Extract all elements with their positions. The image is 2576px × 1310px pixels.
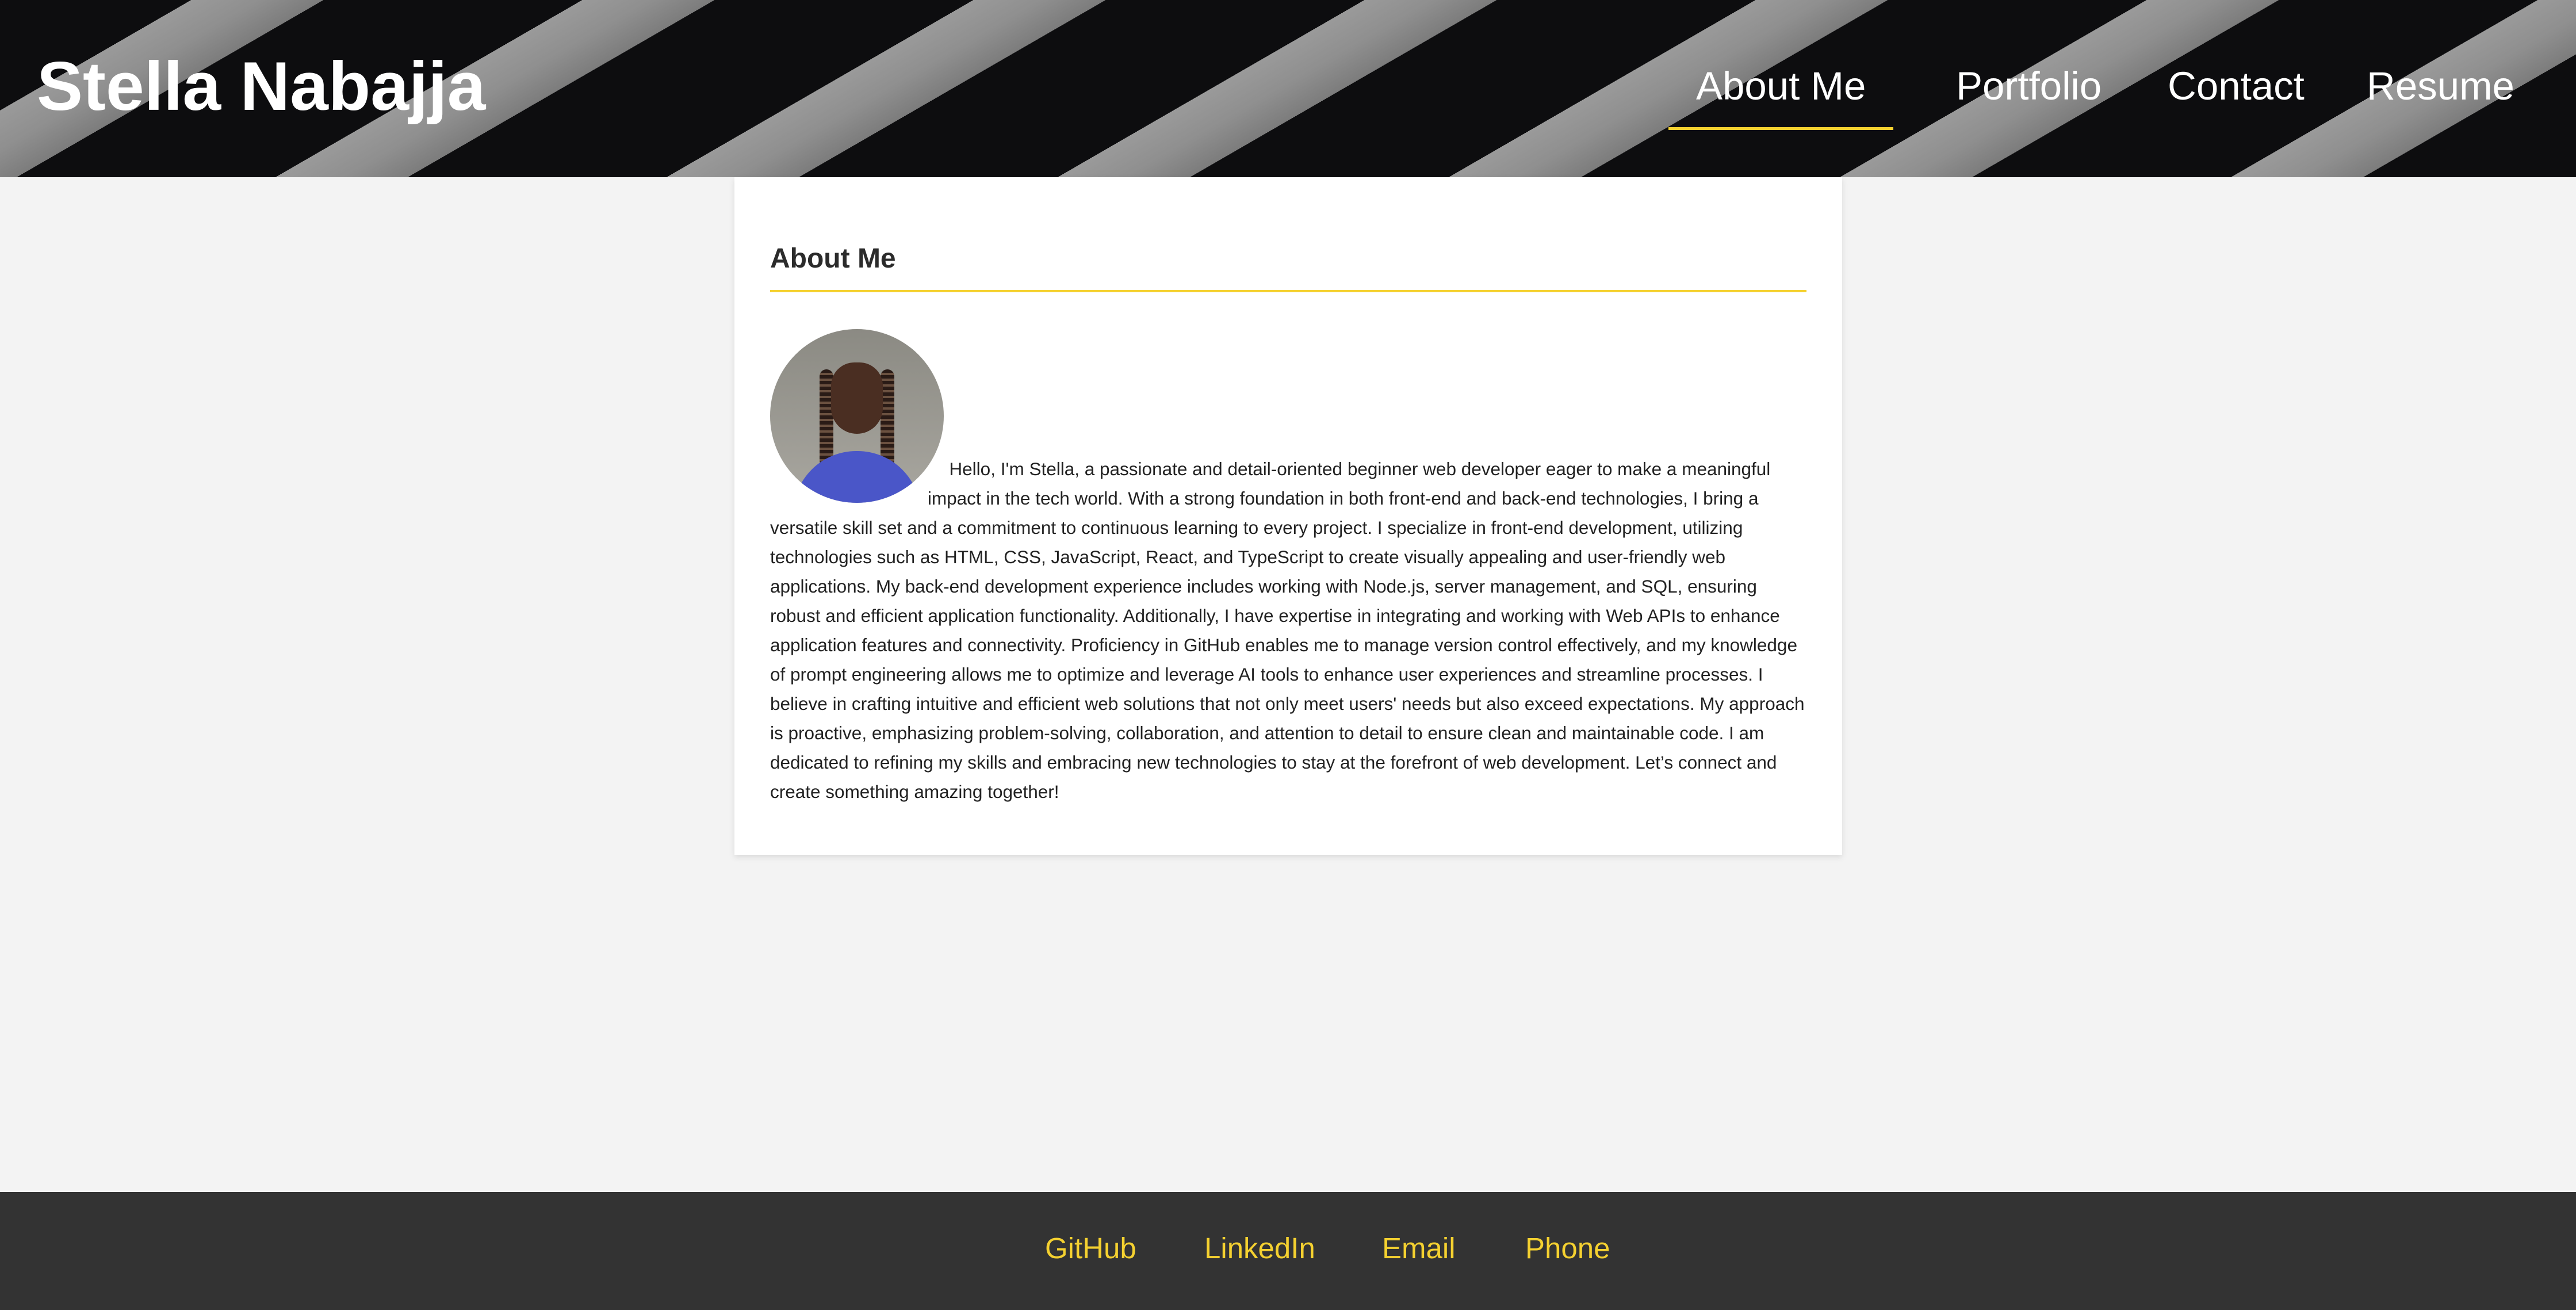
avatar-face — [831, 362, 883, 434]
site-title: Stella Nabajja — [37, 48, 486, 125]
avatar-shirt — [793, 451, 921, 503]
footer-link-email[interactable]: Email — [1382, 1231, 1456, 1266]
about-card: About Me Hello, I'm Stella, a passionate… — [734, 177, 1842, 855]
footer-link-phone[interactable]: Phone — [1525, 1231, 1610, 1266]
footer-link-linkedin[interactable]: LinkedIn — [1204, 1231, 1315, 1266]
about-heading: About Me — [770, 243, 896, 274]
heading-divider — [770, 290, 1806, 292]
footer-link-github[interactable]: GitHub — [1045, 1231, 1136, 1266]
page: Stella Nabajja About Me Portfolio Contac… — [0, 0, 2576, 1310]
site-footer: GitHub LinkedIn Email Phone — [0, 1192, 2576, 1310]
nav-about-me[interactable]: About Me — [1668, 63, 1894, 130]
bio-text: Hello, I'm Stella, a passionate and deta… — [770, 459, 1805, 802]
profile-photo — [770, 329, 944, 503]
about-bio: Hello, I'm Stella, a passionate and deta… — [770, 329, 1806, 807]
nav-contact[interactable]: Contact — [2168, 63, 2305, 109]
nav-portfolio[interactable]: Portfolio — [1956, 63, 2102, 109]
nav-resume[interactable]: Resume — [2367, 63, 2514, 109]
site-header: Stella Nabajja About Me Portfolio Contac… — [0, 0, 2576, 177]
